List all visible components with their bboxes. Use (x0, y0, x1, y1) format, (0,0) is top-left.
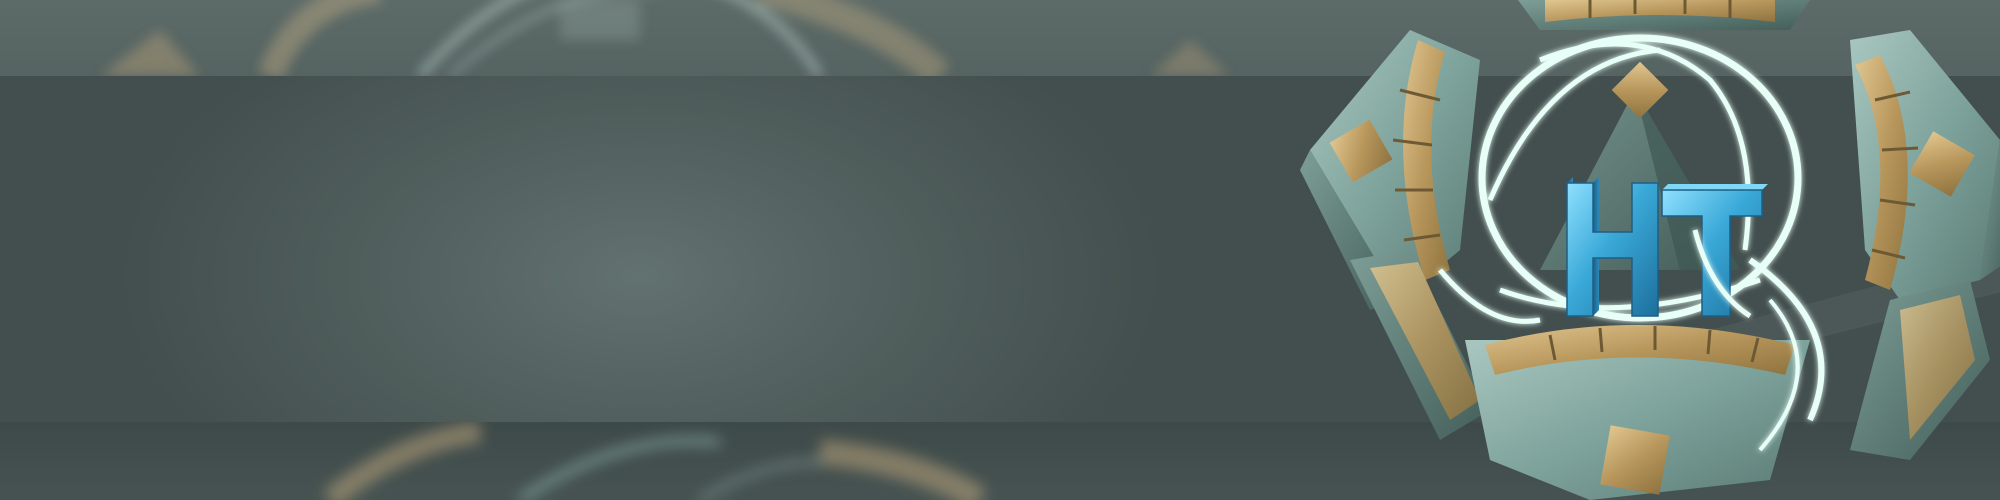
channel-banner: HT (0, 0, 2000, 500)
ornate-ring-emblem-icon (1300, 0, 2000, 500)
logo-emblem: HT (1290, 0, 2000, 500)
